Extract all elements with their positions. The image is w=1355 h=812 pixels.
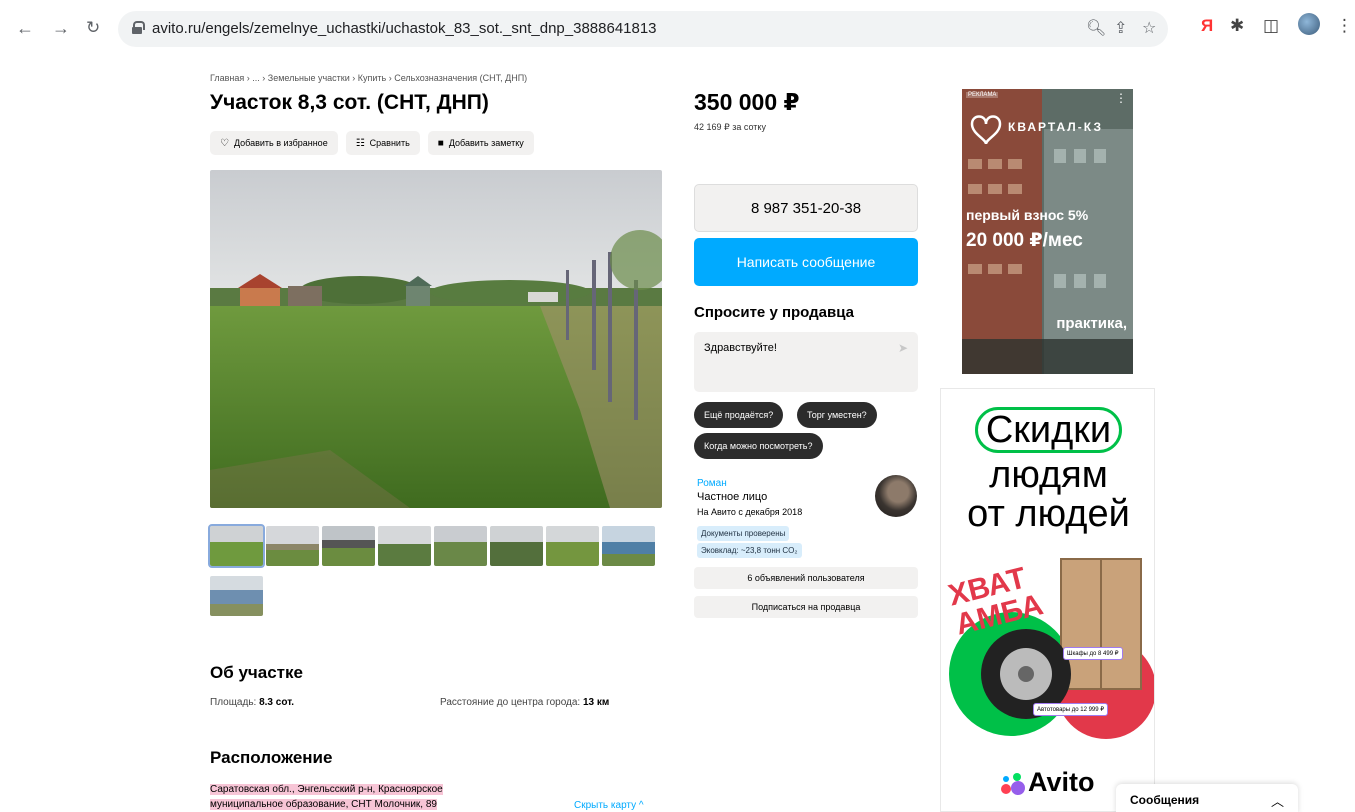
page-title: Участок 8,3 сот. (СНТ, ДНП): [210, 91, 489, 114]
ad2-line-1-wrap: Скидки: [941, 407, 1154, 453]
browser-menu-icon[interactable]: ⋮: [1336, 16, 1353, 36]
photo-thumbnail[interactable]: [490, 526, 543, 566]
yandex-extension-icon[interactable]: Я: [1201, 16, 1213, 36]
photo-thumbnail[interactable]: [378, 526, 431, 566]
zoom-icon[interactable]: 🔍︎: [1086, 18, 1106, 38]
distance-label: Расстояние до центра города:: [440, 697, 581, 708]
avito-logo: Avito: [1028, 767, 1095, 797]
add-to-favorites-label: Добавить в избранное: [233, 138, 328, 148]
ad2-line-1: Скидки: [974, 407, 1123, 453]
distance-property: Расстояние до центра города: 13 км: [440, 697, 609, 708]
ask-seller-message: Здравствуйте!: [704, 342, 777, 354]
quick-question-chip[interactable]: Торг уместен?: [797, 402, 877, 428]
add-note-label: Добавить заметку: [448, 138, 524, 148]
profile-avatar-icon[interactable]: [1298, 13, 1320, 35]
reload-icon[interactable]: ↻: [86, 18, 100, 38]
ad-line-2: 20 000 ₽/мес: [966, 230, 1083, 251]
photo-thumbnail[interactable]: [266, 526, 319, 566]
url-text[interactable]: avito.ru/engels/zemelnye_uchastki/uchast…: [152, 20, 657, 37]
compare-label: Сравнить: [369, 138, 410, 148]
forward-icon[interactable]: →: [52, 18, 70, 39]
seller-avatar[interactable]: [875, 475, 917, 517]
compare-button[interactable]: ☷ Сравнить: [345, 131, 420, 155]
seller-listings-button[interactable]: 6 объявлений пользователя: [694, 567, 918, 589]
seller-name[interactable]: Роман: [697, 478, 727, 489]
ad-brand: КВАРТАЛ-КЗ: [1008, 120, 1103, 134]
eco-contribution-badge[interactable]: Эковклад: ~23,8 тонн CO₂: [697, 543, 802, 558]
chevron-up-icon[interactable]: ︿: [1271, 791, 1284, 810]
distance-value: 13 км: [583, 697, 610, 708]
ad-banner-kvartal[interactable]: РЕКЛАМА ⋮ КВАРТАЛ-КЗ первый взнос 5% 20 …: [962, 89, 1133, 374]
ad-tag: РЕКЛАМА: [966, 92, 999, 98]
hide-map-link[interactable]: Скрыть карту ^: [574, 800, 644, 811]
ad2-tag-tyres: Автотовары до 12 999 ₽: [1033, 703, 1109, 716]
breadcrumb[interactable]: Главная › ... › Земельные участки › Купи…: [210, 73, 527, 83]
add-note-button[interactable]: ■ Добавить заметку: [427, 131, 534, 155]
about-properties: Площадь: 8.3 сот. Расстояние до центра г…: [210, 697, 660, 708]
ad2-line-3: от людей: [967, 493, 1130, 535]
area-label: Площадь:: [210, 697, 257, 708]
ad-line-1: первый взнос 5%: [966, 207, 1089, 223]
photo-thumbnail[interactable]: [210, 576, 263, 616]
area-value: 8.3 сот.: [259, 697, 294, 708]
address-bar[interactable]: avito.ru/engels/zemelnye_uchastki/uchast…: [118, 11, 1168, 47]
compare-icon: ☷: [355, 137, 365, 149]
listing-actions: ♡ Добавить в избранное ☷ Сравнить ■ Доба…: [210, 131, 534, 155]
ask-seller-input[interactable]: Здравствуйте! ➤: [694, 332, 918, 392]
price: 350 000 ₽: [694, 89, 800, 115]
photo-thumbnail[interactable]: [208, 524, 265, 568]
ad2-line-2: людям: [989, 454, 1108, 496]
price-per-unit: 42 169 ₽ за сотку: [694, 122, 766, 132]
heart-icon: ♡: [220, 137, 229, 149]
write-message-button[interactable]: Написать сообщение: [694, 238, 918, 286]
bookmark-star-icon[interactable]: ☆: [1142, 18, 1156, 38]
show-phone-button[interactable]: 8 987 351-20-38: [694, 184, 918, 232]
messages-label: Сообщения: [1130, 793, 1200, 807]
seller-since: На Авито с декабря 2018: [697, 507, 803, 517]
lock-icon[interactable]: [132, 21, 145, 34]
subscribe-seller-button[interactable]: Подписаться на продавца: [694, 596, 918, 618]
sidepanel-icon[interactable]: ◫: [1263, 16, 1279, 36]
ad2-tag-wardrobe: Шкафы до 8 499 ₽: [1063, 647, 1123, 660]
write-message-label: Написать сообщение: [736, 254, 876, 270]
phone-number: 8 987 351-20-38: [750, 199, 862, 217]
location-heading: Расположение: [210, 748, 333, 767]
messages-panel[interactable]: Сообщения ︿: [1116, 784, 1298, 812]
ask-seller-title: Спросите у продавца: [694, 304, 854, 321]
quick-question-chip[interactable]: Ещё продаётся?: [694, 402, 784, 428]
photo-thumbnail[interactable]: [434, 526, 487, 566]
address-line-1: Саратовская обл., Энгельсский р-н, Красн…: [210, 784, 443, 795]
documents-verified-badge: Документы проверены: [697, 526, 790, 541]
about-heading: Об участке: [210, 663, 303, 682]
back-icon[interactable]: ←: [16, 18, 34, 39]
ad-line-3: практика,: [1056, 315, 1127, 332]
note-icon: ■: [437, 137, 444, 149]
address-line-2: муниципальное образование, СНТ Молочник,…: [210, 799, 437, 810]
ad-banner-avito-discounts[interactable]: Скидки людям от людей ХВАТ АМБА Шкафы до…: [940, 388, 1155, 812]
browser-toolbar: ← → ↻ avito.ru/engels/zemelnye_uchastki/…: [0, 0, 1355, 60]
photo-thumbnail[interactable]: [602, 526, 655, 566]
share-icon[interactable]: ⇪: [1114, 18, 1127, 38]
photo-thumbnail[interactable]: [322, 526, 375, 566]
avito-logo-icon: [1001, 773, 1025, 795]
ad-options-icon[interactable]: ⋮: [1115, 91, 1127, 105]
address: Саратовская обл., Энгельсский р-н, Красн…: [210, 782, 492, 812]
quick-question-chip[interactable]: Когда можно посмотреть?: [694, 433, 823, 459]
seller-type: Частное лицо: [697, 491, 768, 503]
add-to-favorites-button[interactable]: ♡ Добавить в избранное: [210, 131, 338, 155]
send-icon[interactable]: ➤: [898, 341, 908, 355]
main-photo[interactable]: [210, 170, 662, 508]
extensions-icon[interactable]: ✱: [1230, 16, 1244, 36]
photo-thumbnail[interactable]: [546, 526, 599, 566]
